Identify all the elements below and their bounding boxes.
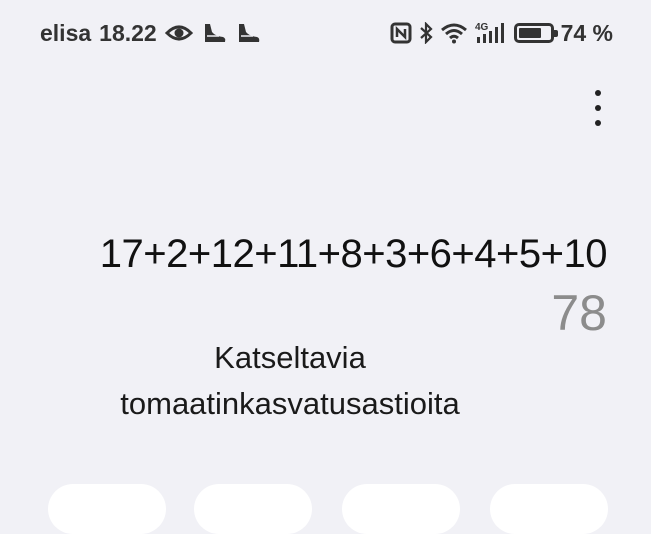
more-vert-dot bbox=[595, 120, 601, 126]
status-left: elisa 18.22 bbox=[40, 16, 261, 50]
more-vert-icon bbox=[595, 90, 601, 96]
battery-level bbox=[518, 28, 541, 38]
battery-icon bbox=[513, 23, 558, 43]
clock: 18.22 bbox=[99, 19, 157, 46]
wifi-icon bbox=[440, 22, 468, 44]
shoe-icon bbox=[201, 22, 227, 44]
keypad-key[interactable] bbox=[490, 484, 608, 534]
carrier-name: elisa bbox=[40, 19, 92, 46]
overlay-caption: Katseltavia tomaatinkasvatusastioita bbox=[60, 335, 520, 427]
keypad-key[interactable] bbox=[342, 484, 460, 534]
battery-percentage: 74 % bbox=[560, 19, 613, 46]
overlay-caption-line2: tomaatinkasvatusastioita bbox=[120, 386, 460, 421]
signal-icon: 4G bbox=[475, 21, 507, 45]
status-bar: elisa 18.22 4G 74 % bbox=[0, 0, 651, 64]
more-vert-dot bbox=[595, 105, 601, 111]
bluetooth-icon bbox=[419, 22, 433, 44]
more-options-button[interactable] bbox=[578, 80, 618, 136]
overlay-caption-line1: Katseltavia bbox=[214, 340, 366, 375]
shoe-icon bbox=[235, 22, 261, 44]
status-right: 4G 74 % bbox=[390, 16, 613, 50]
calculator-expression[interactable]: 17+2+12+11+8+3+6+4+5+10 bbox=[100, 232, 608, 277]
keypad-key[interactable] bbox=[48, 484, 166, 534]
network-type: 4G bbox=[475, 22, 489, 33]
nfc-icon bbox=[390, 22, 412, 44]
keypad-top-row bbox=[0, 484, 651, 534]
eye-icon bbox=[164, 23, 193, 43]
keypad-key[interactable] bbox=[194, 484, 312, 534]
calculator-result: 78 bbox=[551, 285, 607, 341]
